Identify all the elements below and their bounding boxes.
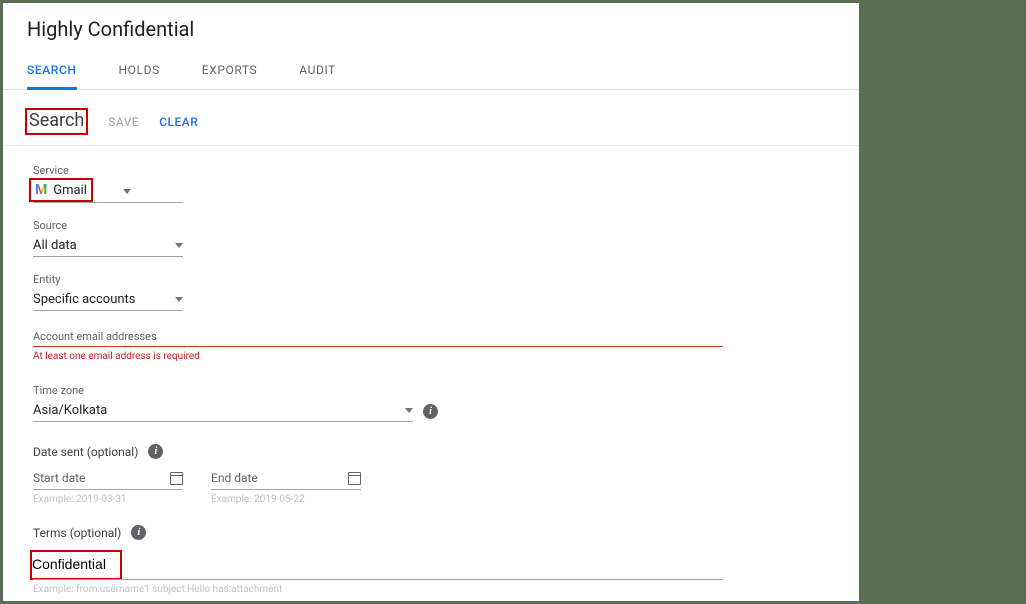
chevron-down-icon <box>405 408 413 413</box>
entity-field: Entity Specific accounts <box>33 273 829 311</box>
date-sent-field: Date sent (optional) i Start date Exampl… <box>33 444 829 505</box>
calendar-icon <box>348 472 361 485</box>
source-label: Source <box>33 219 829 232</box>
terms-highlight <box>30 550 122 580</box>
start-date-wrapper: Start date Example: 2019-03-31 <box>33 467 183 505</box>
entity-value: Specific accounts <box>33 292 136 307</box>
entity-select[interactable]: Specific accounts <box>33 289 183 311</box>
service-select[interactable]: M Gmail <box>33 180 183 203</box>
chevron-down-icon <box>175 243 183 248</box>
entity-label: Entity <box>33 273 829 286</box>
info-icon[interactable]: i <box>148 444 163 459</box>
search-form: Service M Gmail Source All data Entity S… <box>3 146 859 595</box>
chevron-down-icon <box>175 297 183 302</box>
service-value: Gmail <box>53 183 87 198</box>
source-field: Source All data <box>33 219 829 257</box>
info-icon[interactable]: i <box>423 404 438 419</box>
end-date-hint: Example: 2019-05-22 <box>211 494 361 505</box>
timezone-value: Asia/Kolkata <box>33 403 107 418</box>
search-heading: Search <box>25 108 88 135</box>
subheader: Search SAVE CLEAR <box>3 98 859 146</box>
service-field: Service M Gmail <box>33 164 829 203</box>
clear-button[interactable]: CLEAR <box>159 115 198 129</box>
start-date-hint: Example: 2019-03-31 <box>33 494 183 505</box>
end-date-label: End date <box>211 471 258 485</box>
terms-input[interactable] <box>32 552 117 576</box>
terms-label: Terms (optional) <box>33 526 121 540</box>
timezone-label: Time zone <box>33 384 829 397</box>
timezone-select[interactable]: Asia/Kolkata <box>33 400 413 422</box>
source-select[interactable]: All data <box>33 235 183 257</box>
gmail-icon: M <box>35 182 47 198</box>
app-window: Highly Confidential SEARCH HOLDS EXPORTS… <box>2 2 860 602</box>
main-tabs: SEARCH HOLDS EXPORTS AUDIT <box>3 51 859 90</box>
source-value: All data <box>33 238 77 253</box>
email-input[interactable]: Account email addresses <box>33 327 723 347</box>
tab-exports[interactable]: EXPORTS <box>202 63 258 89</box>
tab-holds[interactable]: HOLDS <box>119 63 160 89</box>
page-title: Highly Confidential <box>27 17 835 41</box>
tab-search[interactable]: SEARCH <box>27 63 77 90</box>
terms-hint: Example: from:username1 subject:Hello ha… <box>33 584 829 595</box>
service-label: Service <box>33 164 829 177</box>
date-sent-label: Date sent (optional) <box>33 445 138 459</box>
tab-audit[interactable]: AUDIT <box>299 63 336 89</box>
calendar-icon <box>170 472 183 485</box>
chevron-down-icon <box>123 189 131 194</box>
timezone-field: Time zone Asia/Kolkata i <box>33 384 829 422</box>
save-button[interactable]: SAVE <box>108 115 139 129</box>
start-date-label: Start date <box>33 471 85 485</box>
terms-field: Terms (optional) i Example: from:usernam… <box>33 525 829 595</box>
end-date-input[interactable]: End date <box>211 467 361 490</box>
email-field: Account email addresses At least one ema… <box>33 327 829 362</box>
info-icon[interactable]: i <box>131 525 146 540</box>
start-date-input[interactable]: Start date <box>33 467 183 490</box>
end-date-wrapper: End date Example: 2019-05-22 <box>211 467 361 505</box>
header: Highly Confidential <box>3 3 859 51</box>
email-error: At least one email address is required <box>33 351 829 362</box>
